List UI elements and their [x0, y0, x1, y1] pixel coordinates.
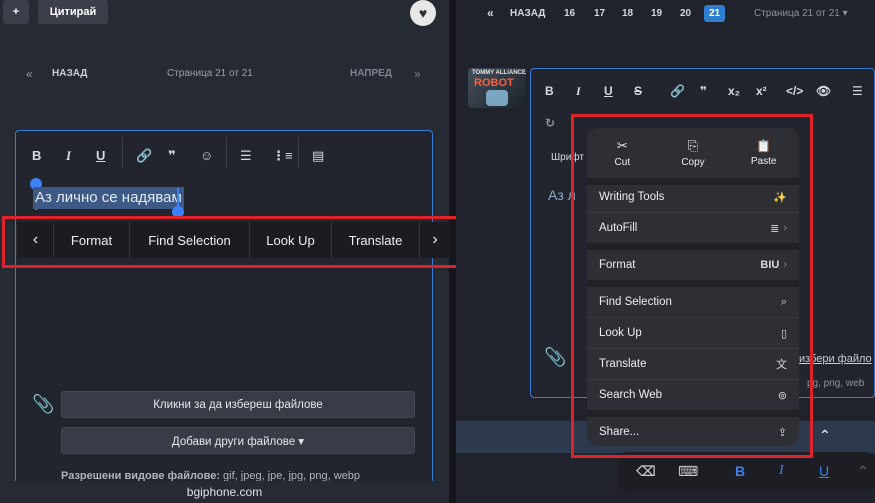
selected-text[interactable]: Аз лично се надявам	[33, 187, 184, 209]
toolbar-separator	[226, 138, 227, 168]
page-21-active[interactable]: 21	[704, 5, 726, 22]
robot-shape	[486, 90, 508, 106]
page-info: Страница 21 от 21	[167, 68, 253, 79]
bold-button[interactable]: B	[32, 148, 41, 163]
highlight-rectangle-right	[571, 114, 813, 458]
subscript-icon[interactable]: x₂	[728, 84, 740, 98]
right-underline-button[interactable]: U	[604, 84, 613, 98]
next-link[interactable]: НАПРЕД	[350, 68, 392, 79]
keyboard-icon[interactable]: ⌨	[678, 463, 698, 480]
plus-button[interactable]: +	[3, 0, 29, 24]
highlight-rectangle-left	[2, 216, 463, 268]
right-bold-button[interactable]: B	[545, 84, 554, 98]
page-16[interactable]: 16	[564, 8, 575, 19]
underline-button[interactable]: U	[96, 148, 105, 163]
avatar-text-top: TOMMY ALLIANCE	[472, 70, 526, 76]
italic-button[interactable]: I	[66, 148, 71, 164]
preview-icon[interactable]: 👁	[816, 84, 831, 98]
back-arrow[interactable]: «	[26, 67, 33, 81]
chevron-up-icon[interactable]: ⌃	[819, 427, 831, 444]
right-strike-button[interactable]: S	[634, 84, 642, 98]
page-20[interactable]: 20	[680, 8, 691, 19]
page-17[interactable]: 17	[594, 8, 605, 19]
bullet-list-icon[interactable]: ☰	[240, 148, 252, 164]
keyboard-collapse-icon[interactable]: ⌃	[857, 463, 869, 480]
right-paperclip-icon: 📎	[544, 347, 567, 367]
superscript-icon[interactable]: x²	[756, 84, 767, 98]
document-icon[interactable]: ▤	[312, 148, 324, 164]
numbered-list-icon[interactable]: ⋮≡	[272, 148, 293, 164]
keyboard-undo-icon[interactable]: ⌫	[636, 463, 656, 480]
toolbar-separator	[298, 138, 299, 168]
right-file-types: pg, png, web	[807, 378, 865, 389]
next-arrow[interactable]: »	[414, 67, 421, 81]
add-files-button[interactable]: Добави други файлове ▾	[61, 427, 415, 454]
right-back-arrow[interactable]: «	[487, 6, 494, 20]
code-icon[interactable]: </>	[786, 84, 803, 98]
right-quote-icon[interactable]: ❞	[700, 84, 707, 98]
page-select[interactable]: Страница 21 от 21 ▾	[754, 8, 848, 19]
right-italic-button[interactable]: I	[576, 84, 581, 99]
keyboard-underline-button[interactable]: U	[819, 463, 829, 479]
quote-button[interactable]: Цитирай	[38, 0, 108, 24]
page-18[interactable]: 18	[622, 8, 633, 19]
avatar-text-robot: ROBOT	[474, 77, 514, 89]
undo-icon[interactable]: ↻	[545, 116, 555, 130]
right-link-icon[interactable]: 🔗	[670, 84, 685, 98]
quote-icon[interactable]: ❞	[168, 148, 176, 164]
footer-domain: bgiphone.com	[0, 481, 449, 503]
smiley-icon[interactable]: ☺	[200, 148, 213, 163]
back-link[interactable]: НАЗАД	[52, 68, 87, 79]
right-list-icon[interactable]: ☰	[852, 84, 863, 98]
avatar: TOMMY ALLIANCE ROBOT	[468, 68, 526, 108]
page-19[interactable]: 19	[651, 8, 662, 19]
keyboard-bold-button[interactable]: B	[735, 463, 745, 479]
keyboard-italic-button[interactable]: I	[779, 463, 784, 479]
right-back-link[interactable]: НАЗАД	[510, 8, 545, 19]
choose-files-button[interactable]: Кликни за да избереш файлове	[61, 391, 415, 418]
link-icon[interactable]: 🔗	[136, 148, 152, 164]
toolbar-separator	[122, 138, 123, 168]
heart-icon[interactable]: ♥	[410, 0, 436, 26]
keyboard-toolbar	[618, 452, 875, 492]
paperclip-icon: 📎	[32, 394, 55, 414]
